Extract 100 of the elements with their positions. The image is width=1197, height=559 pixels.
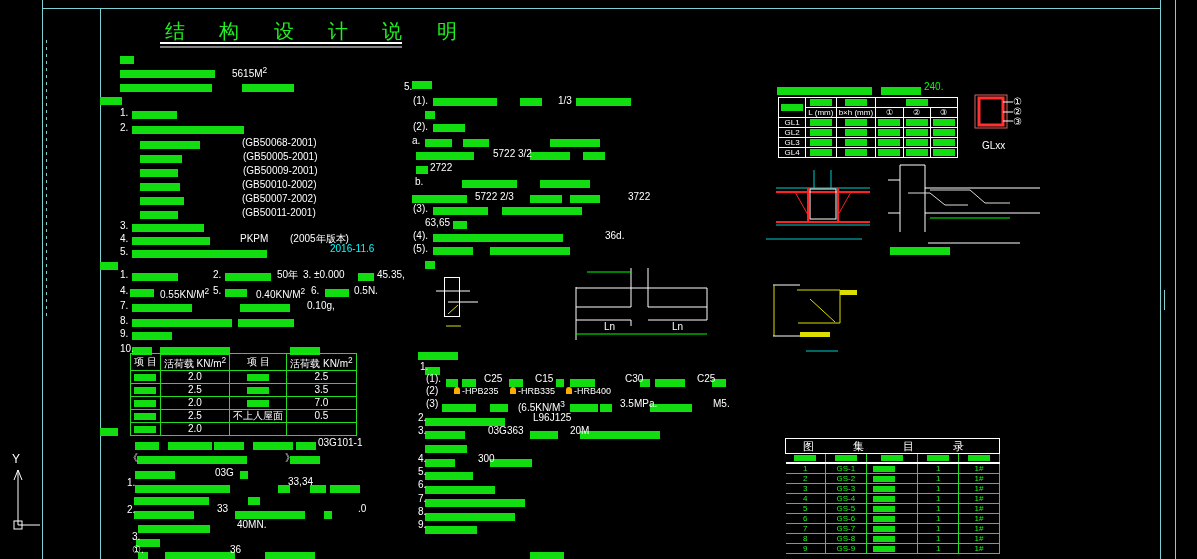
- note-text: 5722 2/3: [475, 191, 514, 203]
- illegible-text-mark: [240, 471, 248, 479]
- table-cell: GL3: [784, 138, 800, 147]
- note-text: (GB50011-2001): [242, 207, 316, 219]
- note-text: C30: [625, 373, 644, 385]
- note-text: -HRB400: [574, 385, 611, 397]
- note-text: 03G: [215, 467, 234, 479]
- note-text: 2722: [430, 162, 453, 174]
- note-text: 6.: [418, 479, 427, 491]
- dimension-label: Ln: [604, 321, 616, 333]
- illegible-text-mark: [809, 99, 832, 107]
- table-header: 项 目: [134, 356, 157, 368]
- table-cell: 1: [935, 504, 941, 513]
- note-text: (2): [426, 385, 439, 397]
- table-cell: 1#: [974, 464, 984, 473]
- illegible-text-mark: [556, 379, 564, 387]
- table-cell: GS-2: [836, 474, 856, 483]
- table-cell: 2.0: [188, 397, 202, 409]
- illegible-text-mark: [140, 169, 178, 177]
- note-text: 8.: [120, 315, 129, 327]
- table-cell: 2: [803, 474, 808, 483]
- illegible-text-mark: [844, 99, 867, 107]
- table-header: ②: [913, 108, 921, 117]
- illegible-text-mark: [132, 273, 178, 281]
- note-text: 03G101-1: [318, 437, 363, 449]
- illegible-text-mark: [132, 332, 172, 340]
- ucs-axis-icon: [13, 469, 41, 530]
- illegible-text-mark: [932, 129, 955, 137]
- illegible-text-mark: [136, 539, 160, 547]
- table-cell: 1: [935, 464, 941, 473]
- note-text: 》: [285, 452, 295, 464]
- note-text: 5.: [213, 285, 222, 297]
- table-cell: 2.5: [188, 410, 202, 422]
- illegible-text-mark: [425, 431, 465, 439]
- note-text: 03G363: [488, 425, 524, 437]
- illegible-text-mark: [794, 454, 817, 461]
- table-cell: GL1: [784, 118, 800, 127]
- illegible-text-mark: [872, 485, 895, 492]
- table-cell: GS-5: [836, 504, 856, 513]
- illegible-text-mark: [134, 413, 157, 421]
- illegible-text-mark: [140, 155, 182, 163]
- table-title: 图 集 目 录: [802, 440, 983, 452]
- note-text: 8.: [418, 506, 427, 518]
- illegible-text-mark: [872, 495, 895, 502]
- table-cell: 1#: [974, 504, 984, 513]
- note-text: 7.: [120, 300, 129, 312]
- illegible-text-mark: [325, 289, 349, 297]
- illegible-text-mark: [540, 180, 590, 188]
- table-cell: 7: [803, 524, 808, 533]
- illegible-text-mark: [872, 505, 895, 512]
- note-text: 3722: [628, 191, 651, 203]
- illegible-text-mark: [509, 379, 523, 387]
- illegible-text-mark: [530, 195, 562, 203]
- note-text: C25: [484, 373, 503, 385]
- note-text: 4.: [418, 453, 427, 465]
- table-header: 项 目: [246, 356, 270, 368]
- illegible-text-mark: [600, 404, 612, 412]
- note-text: 5722 3/2: [493, 148, 532, 160]
- illegible-text-mark: [932, 149, 955, 157]
- illegible-text-mark: [576, 98, 631, 106]
- illegible-text-mark: [530, 552, 564, 559]
- table-cell: 1#: [974, 494, 984, 503]
- note-text: (GB50068-2001): [242, 137, 317, 149]
- illegible-text-mark: [248, 497, 260, 505]
- note-text: (GB50005-2001): [243, 151, 318, 163]
- illegible-text-mark: [905, 149, 928, 157]
- table-cell: 1#: [974, 484, 984, 493]
- note-text: (1).: [413, 95, 428, 107]
- illegible-text-mark: [418, 352, 458, 360]
- table-header: L (mm): [808, 108, 834, 117]
- illegible-text-mark: [927, 454, 950, 461]
- illegible-text-mark: [134, 387, 157, 395]
- note-text: a.: [412, 135, 421, 147]
- section-label: GLxx: [982, 140, 1006, 152]
- illegible-text-mark: [462, 379, 476, 387]
- note-text: (3): [426, 398, 439, 410]
- illegible-text-mark: [844, 139, 867, 147]
- note-text: 1.: [120, 107, 129, 119]
- illegible-text-mark: [135, 442, 159, 450]
- illegible-text-mark: [253, 442, 293, 450]
- table-cell: 4: [803, 494, 808, 503]
- table-header: 活荷载 KN/m$^{2}$: [163, 358, 227, 370]
- illegible-text-mark: [905, 139, 928, 147]
- table-cell: GS-6: [836, 514, 856, 523]
- illegible-text-mark: [235, 511, 305, 519]
- table-cell: 5: [803, 504, 808, 513]
- note-text: .0: [358, 503, 367, 515]
- note-text: 63,65: [425, 217, 451, 229]
- illegible-text-mark: [872, 545, 895, 552]
- note-text: C25: [697, 373, 716, 385]
- illegible-text-mark: [442, 404, 476, 412]
- table-cell: 1: [935, 514, 941, 523]
- table-cell: 1: [935, 474, 941, 483]
- illegible-text-mark: [296, 442, 316, 450]
- table-cell: GL4: [784, 148, 800, 157]
- illegible-text-mark: [278, 485, 290, 493]
- table-cell: GS-3: [836, 484, 856, 493]
- table-cell: 0.5: [314, 410, 329, 422]
- illegible-text-mark: [905, 129, 928, 137]
- illegible-text-mark: [135, 471, 175, 479]
